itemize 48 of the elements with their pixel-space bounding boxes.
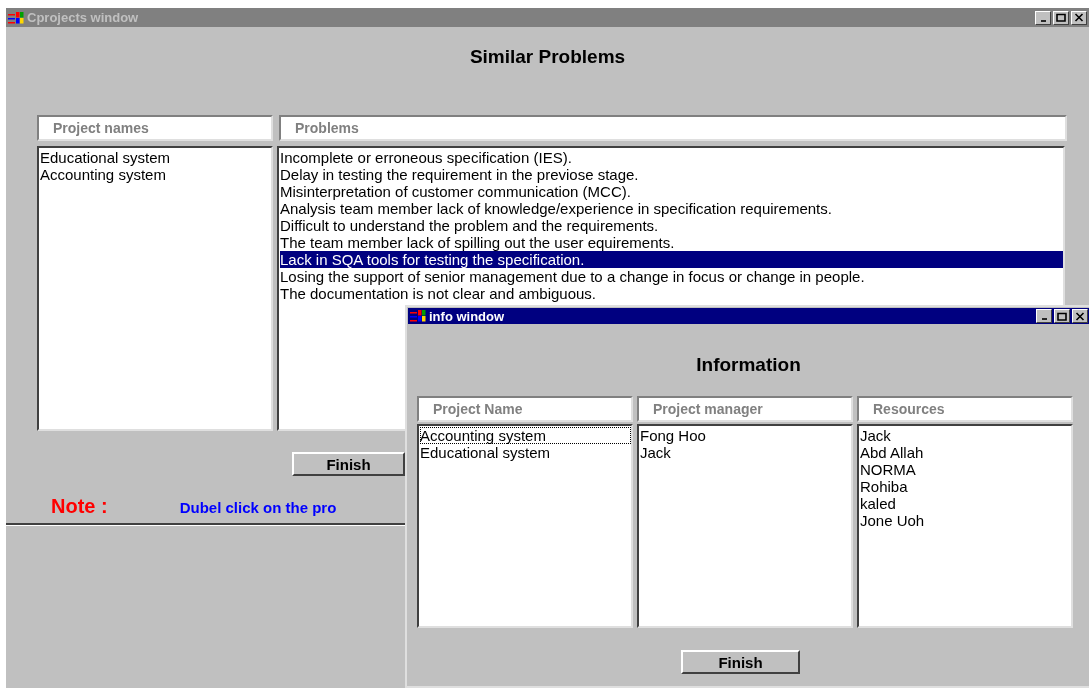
column-header: Problems (279, 115, 1067, 141)
list-item[interactable]: Accounting system (40, 166, 271, 183)
column-header: Project Name (417, 396, 633, 422)
list-item[interactable]: Incomplete or erroneous specification (IES). (280, 149, 1063, 166)
list-item[interactable]: Jone Uoh (860, 512, 1071, 529)
app-icon (410, 309, 426, 323)
list-item[interactable]: The documentation is not clear and ambiguous. (280, 285, 1063, 302)
finish-button[interactable]: Finish (681, 650, 800, 674)
list-item[interactable]: Jack (640, 444, 851, 461)
window-title: info window (429, 308, 506, 324)
finish-button[interactable]: Finish (292, 452, 405, 476)
maximize-icon (1057, 311, 1067, 321)
window-heading: Information (695, 353, 802, 377)
note-label: Note : (51, 495, 108, 518)
list-item[interactable]: Rohiba (860, 478, 1071, 495)
list-item[interactable]: kaled (860, 495, 1071, 512)
close-icon (1075, 311, 1085, 321)
minimize-icon (1041, 318, 1047, 320)
window-title: Cprojects window (27, 10, 140, 25)
window-heading: Similar Problems (468, 45, 627, 69)
list-item[interactable]: Educational system (420, 444, 631, 461)
maximize-button[interactable] (1053, 10, 1069, 25)
list-item[interactable]: NORMA (860, 461, 1071, 478)
close-button[interactable] (1071, 10, 1087, 25)
minimize-button[interactable] (1035, 10, 1051, 25)
list-item[interactable]: Accounting system (420, 427, 631, 444)
column-header: Project manager (637, 396, 853, 422)
column-header: Resources (857, 396, 1073, 422)
close-icon (1074, 13, 1084, 22)
list-item[interactable]: Fong Hoo (640, 427, 851, 444)
list-item[interactable]: Educational system (40, 149, 271, 166)
list-item[interactable]: Analysis team member lack of knowledge/experience in specification requirements. (280, 200, 1063, 217)
list-item[interactable]: Delay in testing the requirement in the previose stage. (280, 166, 1063, 183)
note-text: Dubel click on the pro (179, 499, 337, 516)
list-item[interactable]: Losing the support of senior management due to a change in focus or change in people. (280, 268, 1063, 285)
app-icon (8, 10, 24, 25)
maximize-icon (1056, 13, 1066, 22)
list-item[interactable]: Jack (860, 427, 1071, 444)
column-header: Project names (37, 115, 273, 141)
list-item[interactable]: Lack in SQA tools for testing the specification. (280, 251, 1063, 268)
minimize-icon (1040, 19, 1046, 22)
list-item[interactable]: The team member lack of spilling out the user equirements. (280, 234, 1063, 251)
close-button[interactable] (1072, 309, 1088, 323)
list-item[interactable]: Abd Allah (860, 444, 1071, 461)
maximize-button[interactable] (1054, 309, 1070, 323)
minimize-button[interactable] (1036, 309, 1052, 323)
list-item[interactable]: Misinterpretation of customer communication (MCC). (280, 183, 1063, 200)
list-item[interactable]: Difficult to understand the problem and the requirements. (280, 217, 1063, 234)
